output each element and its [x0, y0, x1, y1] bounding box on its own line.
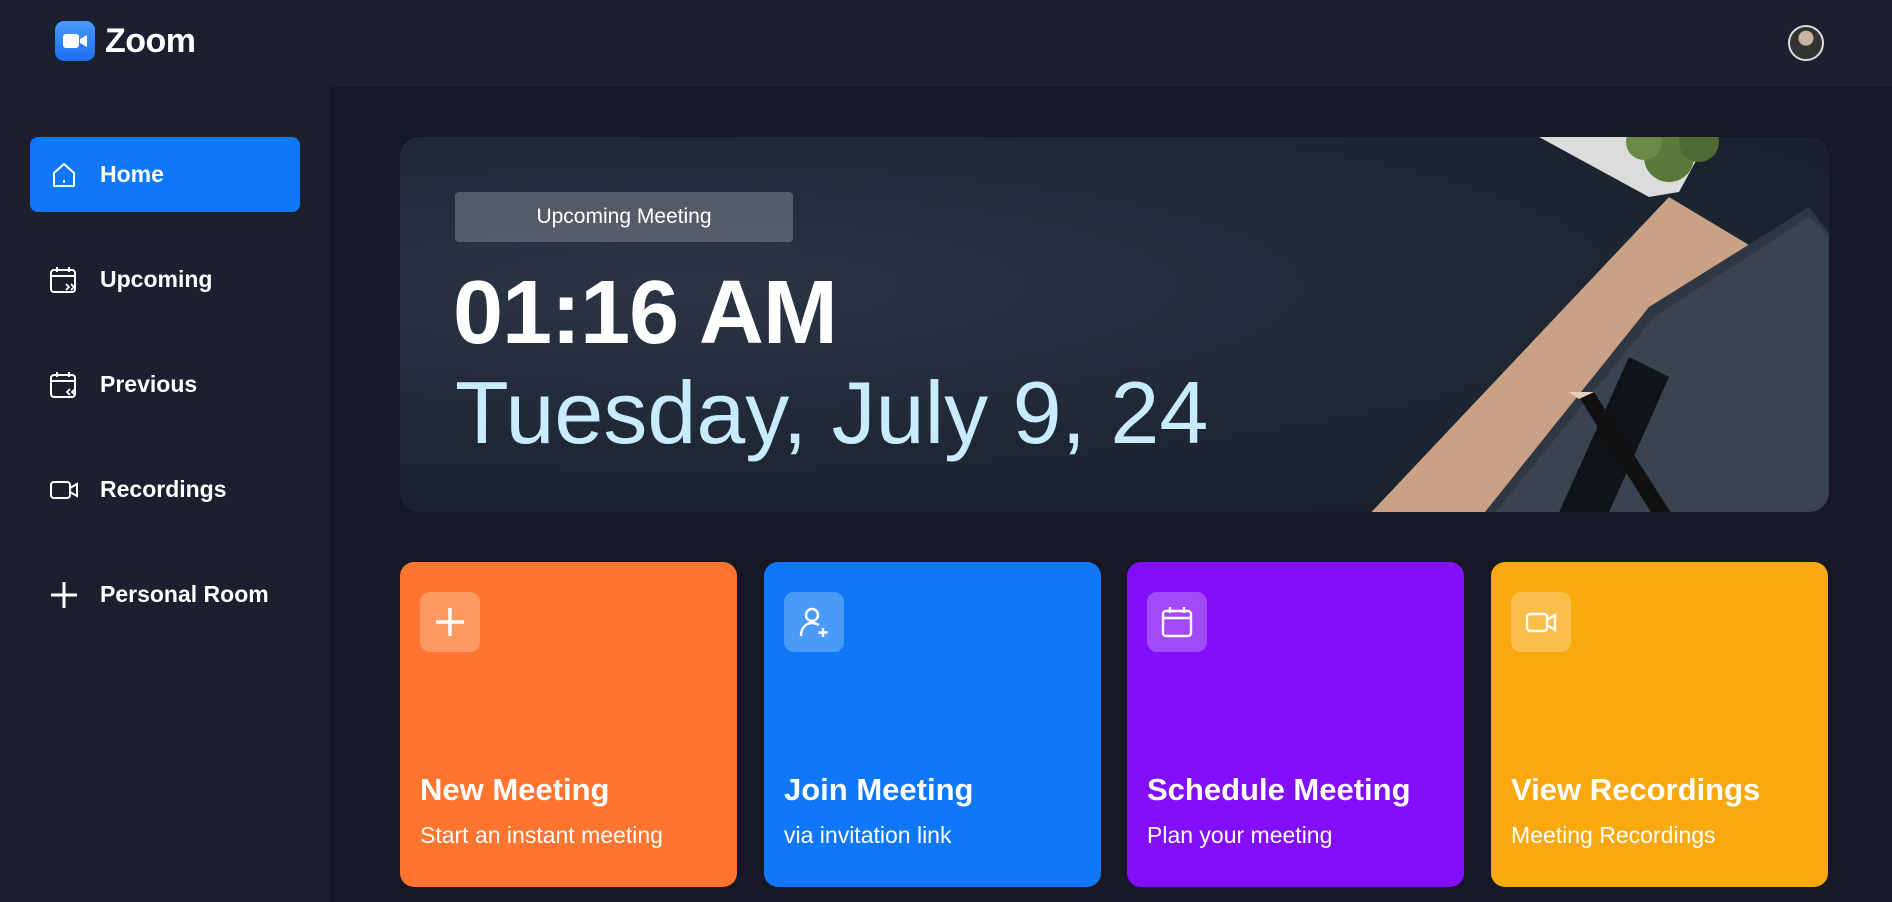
video-icon [1511, 592, 1571, 652]
calendar-icon [1147, 592, 1207, 652]
top-bar: Zoom [0, 0, 1892, 87]
app-name: Zoom [105, 21, 196, 60]
logo[interactable]: Zoom [55, 21, 196, 61]
add-user-icon [784, 592, 844, 652]
zoom-logo-icon [55, 21, 95, 61]
card-subtitle: Meeting Recordings [1511, 822, 1716, 848]
plus-icon [420, 592, 480, 652]
card-subtitle: Start an instant meeting [420, 822, 663, 848]
calendar-previous-icon [48, 369, 80, 401]
sidebar-item-label: Home [100, 161, 164, 187]
sidebar-item-recordings[interactable]: Recordings [30, 452, 300, 527]
current-date: Tuesday, July 9, 24 [455, 363, 1209, 462]
user-avatar[interactable] [1788, 25, 1824, 61]
sidebar-item-label: Previous [100, 371, 198, 397]
card-title: New Meeting [420, 772, 610, 807]
sidebar-item-label: Recordings [100, 476, 227, 502]
sidebar-item-personal-room[interactable]: Personal Room [30, 557, 300, 632]
card-subtitle: via invitation link [784, 822, 952, 848]
card-title: Schedule Meeting [1147, 772, 1411, 807]
current-time: 01:16 AM [453, 263, 838, 363]
calendar-upcoming-icon [48, 264, 80, 296]
upcoming-meeting-badge: Upcoming Meeting [455, 192, 793, 242]
sidebar-item-label: Personal Room [100, 581, 269, 607]
home-icon [48, 159, 80, 191]
card-title: View Recordings [1511, 772, 1761, 807]
card-title: Join Meeting [784, 772, 974, 807]
schedule-meeting-card[interactable]: Schedule Meeting Plan your meeting [1127, 562, 1464, 887]
card-subtitle: Plan your meeting [1147, 822, 1333, 848]
sidebar-item-previous[interactable]: Previous [30, 347, 300, 422]
plus-icon [48, 579, 80, 611]
sidebar-item-upcoming[interactable]: Upcoming [30, 242, 300, 317]
join-meeting-card[interactable]: Join Meeting via invitation link [764, 562, 1101, 887]
video-icon [48, 474, 80, 506]
desk-illustration [1371, 137, 1829, 512]
new-meeting-card[interactable]: New Meeting Start an instant meeting [400, 562, 737, 887]
sidebar-item-label: Upcoming [100, 266, 213, 292]
view-recordings-card[interactable]: View Recordings Meeting Recordings [1491, 562, 1828, 887]
sidebar: Home Upcoming Previous Recordings Person… [0, 87, 330, 902]
sidebar-item-home[interactable]: Home [30, 137, 300, 212]
